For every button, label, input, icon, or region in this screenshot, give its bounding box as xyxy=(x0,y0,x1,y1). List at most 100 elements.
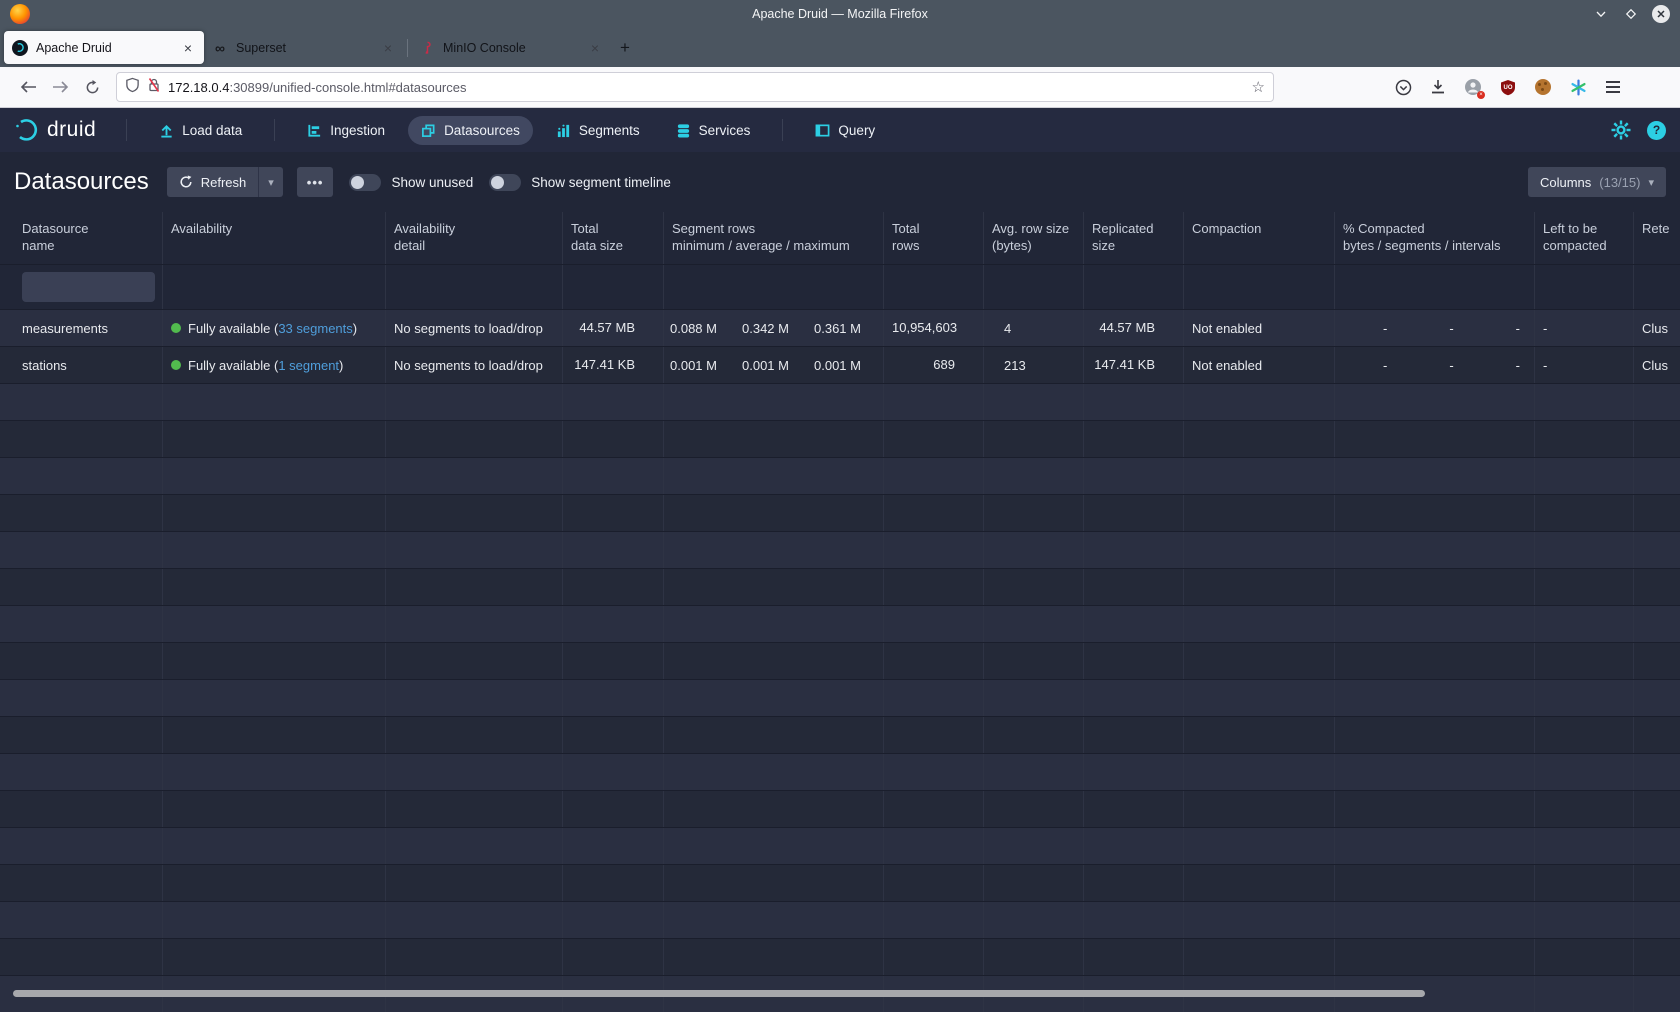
column-header-availability[interactable]: Availability xyxy=(163,212,386,264)
reload-icon[interactable] xyxy=(76,73,108,101)
datasources-table: Datasourcename Availability Availability… xyxy=(0,212,1680,1012)
datasources-view: Datasources Refresh ▾ ••• Show unused Sh… xyxy=(0,152,1680,1012)
help-icon[interactable]: ? xyxy=(1647,121,1666,140)
datasource-name-cell[interactable]: stations xyxy=(14,347,163,383)
total-rows-cell: 10,954,603 xyxy=(884,310,984,346)
retention-cell[interactable]: Clus xyxy=(1634,310,1680,346)
extension-asterisk-icon[interactable] xyxy=(1567,76,1589,98)
close-window-icon[interactable] xyxy=(1652,5,1670,23)
datasource-name-cell[interactable]: measurements xyxy=(14,310,163,346)
minio-favicon-icon xyxy=(419,40,435,56)
refresh-button[interactable]: Refresh xyxy=(167,167,259,197)
close-tab-icon[interactable]: × xyxy=(180,40,196,56)
new-tab-button[interactable]: + xyxy=(611,34,639,62)
refresh-icon xyxy=(179,175,193,189)
close-tab-icon[interactable]: × xyxy=(587,40,603,56)
forward-icon[interactable] xyxy=(44,73,76,101)
minimize-icon[interactable] xyxy=(1592,5,1610,23)
percent-compacted-cell: --- xyxy=(1335,347,1535,383)
nav-item-services[interactable]: Services xyxy=(663,116,764,145)
insecure-lock-icon[interactable] xyxy=(147,77,161,98)
nav-item-load-data[interactable]: Load data xyxy=(146,116,255,145)
show-timeline-label: Show segment timeline xyxy=(531,175,671,190)
druid-navbar: druid Load data Ingestion Datasources xyxy=(0,108,1680,152)
column-header-retention[interactable]: Rete xyxy=(1634,212,1680,264)
maximize-icon[interactable] xyxy=(1622,5,1640,23)
segments-link[interactable]: 1 segment xyxy=(278,358,339,373)
url-field[interactable]: 172.18.0.4:30899/unified-console.html#da… xyxy=(116,72,1274,102)
tab-minio-console[interactable]: MinIO Console × xyxy=(411,31,611,64)
table-row-measurements[interactable]: measurements Fully available (33 segment… xyxy=(0,310,1680,347)
settings-gear-icon[interactable] xyxy=(1611,120,1631,140)
downloads-icon[interactable] xyxy=(1427,76,1449,98)
show-unused-toggle[interactable] xyxy=(349,174,381,191)
retention-cell[interactable]: Clus xyxy=(1634,347,1680,383)
horizontal-scrollbar[interactable] xyxy=(13,990,1425,997)
empty-table-row xyxy=(0,865,1680,902)
cookie-icon[interactable] xyxy=(1532,76,1554,98)
tab-bar: Apache Druid × ∞ Superset × MinIO Consol… xyxy=(0,27,1680,67)
column-header-compaction[interactable]: Compaction xyxy=(1184,212,1335,264)
query-icon xyxy=(815,123,830,138)
empty-table-row xyxy=(0,680,1680,717)
tab-apache-druid[interactable]: Apache Druid × xyxy=(4,31,204,64)
services-icon xyxy=(676,123,691,138)
menu-hamburger-icon[interactable] xyxy=(1602,76,1624,98)
nav-item-segments[interactable]: Segments xyxy=(543,116,653,145)
refresh-dropdown-button[interactable]: ▾ xyxy=(258,167,283,197)
empty-table-row xyxy=(0,458,1680,495)
show-segment-timeline-toggle[interactable] xyxy=(489,174,521,191)
tracking-shield-icon[interactable] xyxy=(125,77,140,98)
svg-text:UO: UO xyxy=(1504,85,1513,91)
datasource-name-filter-input[interactable] xyxy=(22,272,155,302)
nav-item-ingestion[interactable]: Ingestion xyxy=(294,116,398,145)
total-rows-cell: 689 xyxy=(884,347,984,383)
table-row-stations[interactable]: stations Fully available (1 segment) No … xyxy=(0,347,1680,384)
tab-superset[interactable]: ∞ Superset × xyxy=(204,31,404,64)
pocket-icon[interactable] xyxy=(1392,76,1414,98)
column-header-availability-detail[interactable]: Availabilitydetail xyxy=(386,212,563,264)
column-header-total-data-size[interactable]: Totaldata size xyxy=(563,212,664,264)
nav-item-label: Datasources xyxy=(444,123,520,138)
nav-separator xyxy=(274,119,275,141)
columns-button[interactable]: Columns (13/15) ▾ xyxy=(1528,167,1666,197)
column-header-left-to-be-compacted[interactable]: Left to becompacted xyxy=(1535,212,1634,264)
back-icon[interactable] xyxy=(12,73,44,101)
segments-link[interactable]: 33 segments xyxy=(278,321,352,336)
column-header-datasource-name[interactable]: Datasourcename xyxy=(14,212,163,264)
compaction-cell: Not enabled xyxy=(1184,347,1335,383)
nav-item-query[interactable]: Query xyxy=(802,116,888,145)
ublock-icon[interactable]: UO xyxy=(1497,76,1519,98)
empty-table-row xyxy=(0,384,1680,421)
left-to-compact-cell: - xyxy=(1535,310,1634,346)
availability-cell: Fully available (33 segments) xyxy=(163,310,386,346)
column-header-percent-compacted[interactable]: % Compactedbytes / segments / intervals xyxy=(1335,212,1535,264)
nav-item-label: Query xyxy=(838,123,875,138)
url-host: 172.18.0.4 xyxy=(168,80,229,95)
refresh-split-button: Refresh ▾ xyxy=(167,167,283,197)
column-header-total-rows[interactable]: Totalrows xyxy=(884,212,984,264)
nav-item-label: Segments xyxy=(579,123,640,138)
avg-row-size-cell: 213 xyxy=(984,347,1084,383)
nav-item-datasources[interactable]: Datasources xyxy=(408,116,533,145)
column-header-avg-row-size[interactable]: Avg. row size(bytes) xyxy=(984,212,1084,264)
ingestion-icon xyxy=(307,123,322,138)
show-unused-label: Show unused xyxy=(391,175,473,190)
table-body: measurements Fully available (33 segment… xyxy=(0,310,1680,1012)
availability-cell: Fully available (1 segment) xyxy=(163,347,386,383)
fully-available-dot-icon xyxy=(171,323,181,333)
druid-logo-icon xyxy=(14,117,40,143)
columns-label: Columns xyxy=(1540,175,1591,190)
nav-item-label: Ingestion xyxy=(330,123,385,138)
more-actions-button[interactable]: ••• xyxy=(297,167,334,197)
bookmark-star-icon[interactable]: ☆ xyxy=(1252,78,1265,96)
column-header-segment-rows[interactable]: Segment rowsminimum / average / maximum xyxy=(664,212,884,264)
url-text[interactable]: 172.18.0.4:30899/unified-console.html#da… xyxy=(168,80,1245,95)
column-header-replicated-size[interactable]: Replicatedsize xyxy=(1084,212,1184,264)
close-tab-icon[interactable]: × xyxy=(380,40,396,56)
account-icon[interactable]: × xyxy=(1462,76,1484,98)
druid-logo[interactable]: druid xyxy=(14,117,96,143)
load-data-icon xyxy=(159,123,174,138)
empty-table-row xyxy=(0,643,1680,680)
avg-row-size-cell: 4 xyxy=(984,310,1084,346)
